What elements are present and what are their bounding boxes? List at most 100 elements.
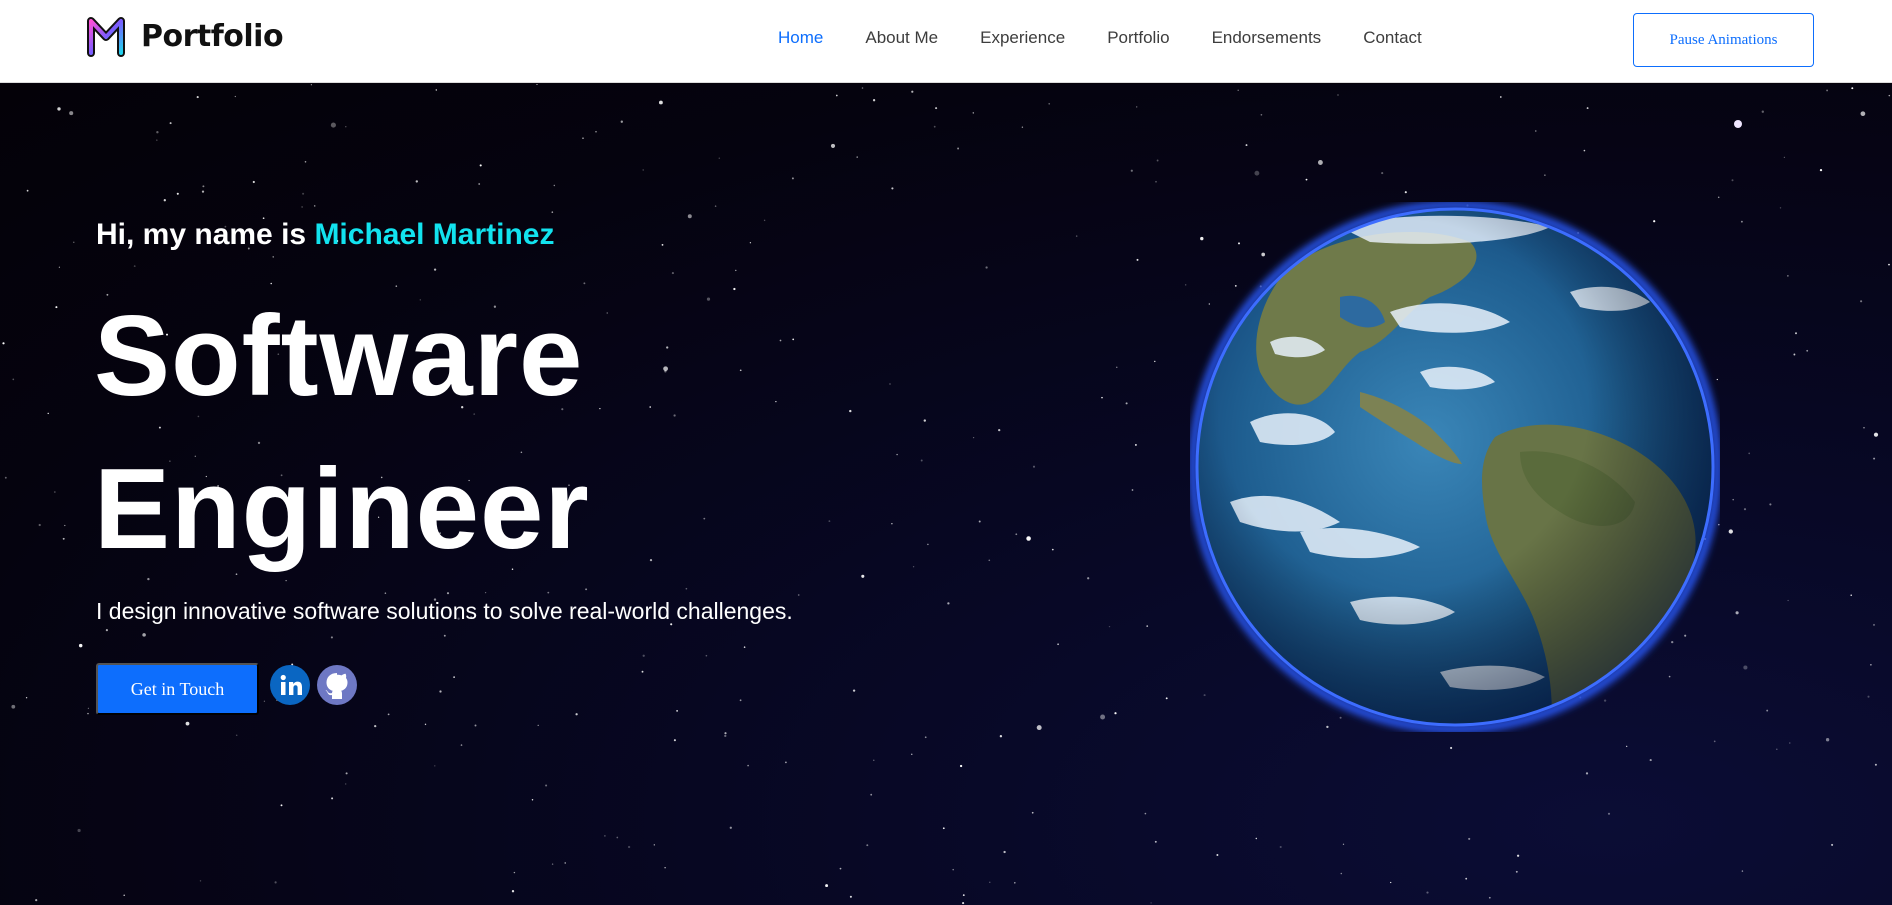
star xyxy=(1255,837,1258,840)
star xyxy=(1728,529,1733,534)
star xyxy=(649,558,653,562)
star xyxy=(849,409,852,413)
star xyxy=(1051,548,1054,551)
nav-about-me[interactable]: About Me xyxy=(865,28,938,48)
star xyxy=(1819,168,1823,172)
nav-experience[interactable]: Experience xyxy=(980,28,1065,48)
star xyxy=(1254,170,1260,176)
star xyxy=(272,256,274,258)
star xyxy=(1872,623,1876,626)
star xyxy=(202,185,205,188)
star xyxy=(671,272,674,275)
nav-contact[interactable]: Contact xyxy=(1363,28,1422,48)
star xyxy=(531,799,534,801)
star xyxy=(53,491,56,493)
star xyxy=(1743,508,1747,511)
star xyxy=(1743,665,1748,670)
star xyxy=(1769,503,1772,506)
star xyxy=(1867,695,1870,698)
star xyxy=(1114,712,1117,715)
star xyxy=(1468,837,1471,840)
star xyxy=(582,137,584,140)
star xyxy=(952,868,954,871)
star xyxy=(1150,902,1152,904)
star xyxy=(891,187,894,190)
star xyxy=(661,243,664,246)
star xyxy=(1156,159,1159,162)
star xyxy=(1075,235,1078,237)
star xyxy=(1450,746,1453,750)
star xyxy=(972,112,975,114)
star xyxy=(64,524,66,527)
github-icon[interactable] xyxy=(317,665,357,705)
star xyxy=(1732,498,1734,501)
star xyxy=(11,704,16,709)
star xyxy=(1873,457,1876,460)
star xyxy=(105,629,108,632)
star xyxy=(1499,96,1502,98)
nav-home[interactable]: Home xyxy=(778,28,823,48)
hero-greeting: Hi, my name is Michael Martinez xyxy=(96,218,555,252)
star xyxy=(729,826,732,829)
star xyxy=(1014,882,1016,884)
star xyxy=(415,180,418,183)
star xyxy=(733,287,736,291)
nav-portfolio[interactable]: Portfolio xyxy=(1107,28,1169,48)
star xyxy=(924,736,927,739)
star xyxy=(775,400,777,403)
star xyxy=(280,804,283,807)
star xyxy=(852,689,856,692)
star xyxy=(839,867,842,870)
star xyxy=(1860,111,1866,117)
hero-tagline: I design innovative software solutions t… xyxy=(96,598,793,624)
m-logo-icon xyxy=(87,17,125,57)
star xyxy=(666,346,669,349)
star xyxy=(779,339,782,342)
star xyxy=(792,338,795,341)
linkedin-icon[interactable] xyxy=(270,665,310,705)
star xyxy=(433,268,437,271)
star xyxy=(1108,625,1111,628)
star xyxy=(1154,360,1156,363)
main-nav: Home About Me Experience Portfolio Endor… xyxy=(757,28,1443,48)
star xyxy=(911,90,914,93)
star xyxy=(1155,180,1157,183)
star xyxy=(673,414,676,417)
star xyxy=(460,744,463,746)
star xyxy=(1776,748,1778,751)
star xyxy=(474,724,477,727)
star xyxy=(1021,126,1024,128)
star xyxy=(478,183,481,185)
star xyxy=(1515,870,1518,873)
star xyxy=(872,99,876,102)
star xyxy=(330,636,333,639)
star xyxy=(1873,432,1879,437)
star xyxy=(724,732,727,735)
star xyxy=(1404,191,1407,194)
star xyxy=(1793,353,1796,356)
star xyxy=(933,125,936,128)
star xyxy=(739,369,742,372)
star xyxy=(301,206,303,208)
star xyxy=(1305,178,1308,181)
star xyxy=(263,700,266,702)
star xyxy=(959,764,963,768)
star xyxy=(313,205,316,207)
nav-endorsements[interactable]: Endorsements xyxy=(1212,28,1322,48)
star xyxy=(828,520,831,523)
star xyxy=(176,192,179,195)
get-in-touch-button[interactable]: Get in Touch xyxy=(96,663,259,715)
star xyxy=(1863,427,1865,429)
star xyxy=(1154,840,1157,843)
star xyxy=(1586,107,1589,110)
star xyxy=(78,643,83,648)
brand[interactable]: Portfolio xyxy=(85,14,284,58)
pause-animations-button[interactable]: Pause Animations xyxy=(1633,13,1814,67)
bright-star xyxy=(1734,120,1742,128)
star xyxy=(1245,144,1248,147)
star xyxy=(642,654,645,657)
star xyxy=(747,764,749,767)
star xyxy=(749,242,752,244)
star xyxy=(185,721,190,726)
star xyxy=(62,537,65,540)
